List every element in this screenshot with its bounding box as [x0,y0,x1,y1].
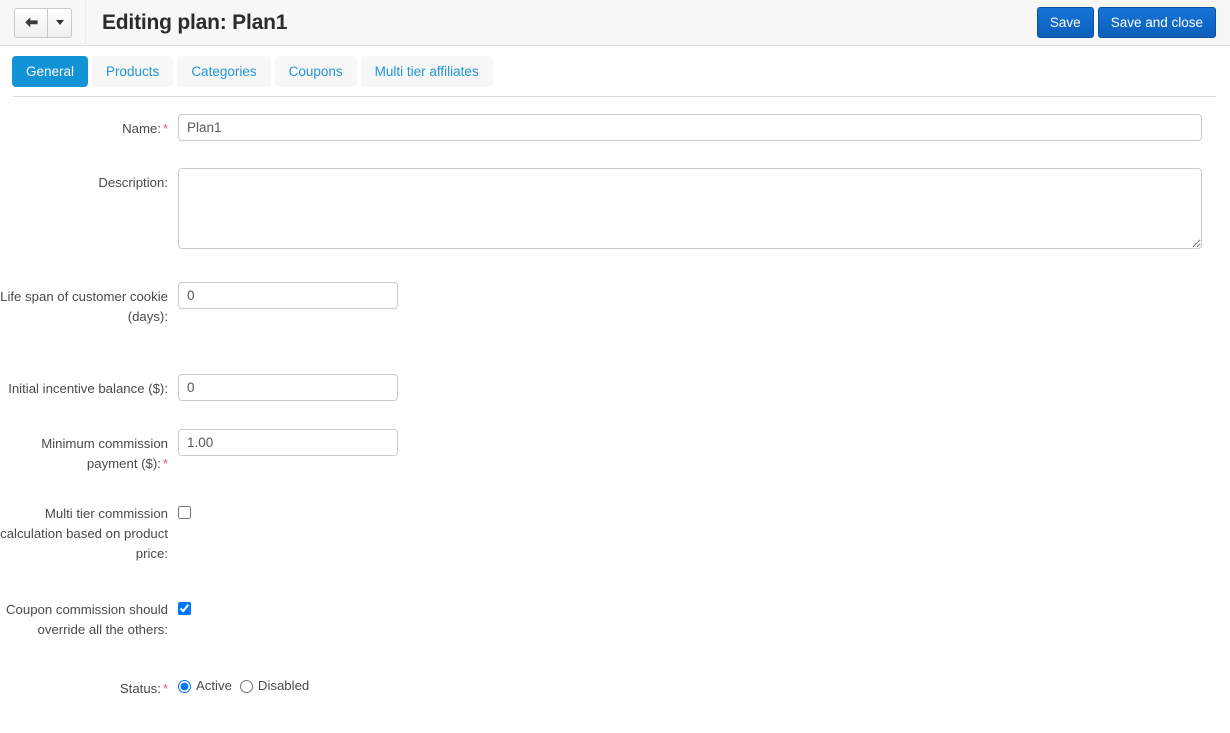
tab-categories[interactable]: Categories [177,56,271,87]
minimum-commission-required-marker: * [162,456,168,471]
multi-tier-label: Multi tier commission calculation based … [0,506,168,561]
tab-general[interactable]: General [12,56,89,87]
name-input[interactable] [178,114,1202,141]
header-divider [85,0,86,46]
life-span-label: Life span of customer cookie (days): [0,289,168,324]
status-option-active-label: Active [196,678,232,693]
form-row-description: Description: [0,168,1230,254]
plan-general-form: Name:* Description: Life span of custome… [0,97,1230,699]
status-label: Status: * [0,678,178,699]
minimum-commission-label: Minimum commission payment ($): * [0,429,178,474]
form-row-multi-tier: Multi tier commission calculation based … [0,502,1230,564]
form-row-coupon-override: Coupon commission should override all th… [0,598,1230,640]
caret-down-icon [55,20,64,25]
minimum-commission-control [178,429,1230,456]
minimum-commission-label-text: Minimum commission payment ($): [41,436,168,471]
description-control [178,168,1230,254]
form-row-life-span: Life span of customer cookie (days): [0,282,1230,327]
tab-multi-tier-affiliates[interactable]: Multi tier affiliates [360,56,493,87]
tab-strip: General Products Categories Coupons Mult… [0,46,1230,87]
initial-incentive-label: Initial incentive balance ($): [8,381,168,396]
name-required-marker: * [162,121,168,136]
status-radio-disabled[interactable] [239,679,253,693]
back-button[interactable] [14,7,47,38]
status-required-marker: * [162,681,168,696]
page-title: Editing plan: Plan1 [102,10,288,34]
initial-incentive-control [178,374,1230,401]
tab-products[interactable]: Products [92,56,174,87]
back-dropdown-button[interactable] [47,7,72,38]
tab-coupons[interactable]: Coupons [274,56,357,87]
minimum-commission-input[interactable] [178,429,398,456]
status-radio-active[interactable] [178,679,191,693]
save-and-close-button[interactable]: Save and close [1097,7,1216,38]
life-span-input[interactable] [178,282,398,309]
top-header-bar: Editing plan: Plan1 Save Save and close [0,0,1230,46]
status-option-disabled[interactable]: Disabled [239,678,310,694]
status-label-text: Status: [119,681,161,696]
status-option-disabled-label: Disabled [257,678,310,693]
arrow-left-icon [24,16,39,29]
status-radio-group: Active Disabled [178,678,1230,694]
life-span-control [178,282,1230,309]
header-actions: Save Save and close [1036,7,1216,38]
name-label-text: Name: [122,121,161,136]
initial-incentive-input[interactable] [178,374,398,401]
form-row-name: Name: * [0,114,1230,141]
description-textarea[interactable] [178,168,1202,249]
coupon-override-control [178,598,1230,620]
form-row-minimum-commission: Minimum commission payment ($): * [0,429,1230,474]
status-control: Active Disabled [178,678,1230,694]
save-button[interactable]: Save [1036,7,1094,38]
name-control [178,114,1230,141]
form-row-initial-incentive: Initial incentive balance ($): [0,374,1230,401]
form-row-status: Status: * Active Disabled [0,678,1230,699]
back-button-group [14,7,72,38]
name-label: Name: * [0,114,178,139]
multi-tier-control [178,502,1230,524]
multi-tier-checkbox[interactable] [178,506,191,519]
coupon-override-checkbox[interactable] [178,602,191,615]
status-option-active[interactable]: Active [178,678,232,694]
coupon-override-label: Coupon commission should override all th… [6,602,168,637]
description-label: Description: [98,175,168,190]
